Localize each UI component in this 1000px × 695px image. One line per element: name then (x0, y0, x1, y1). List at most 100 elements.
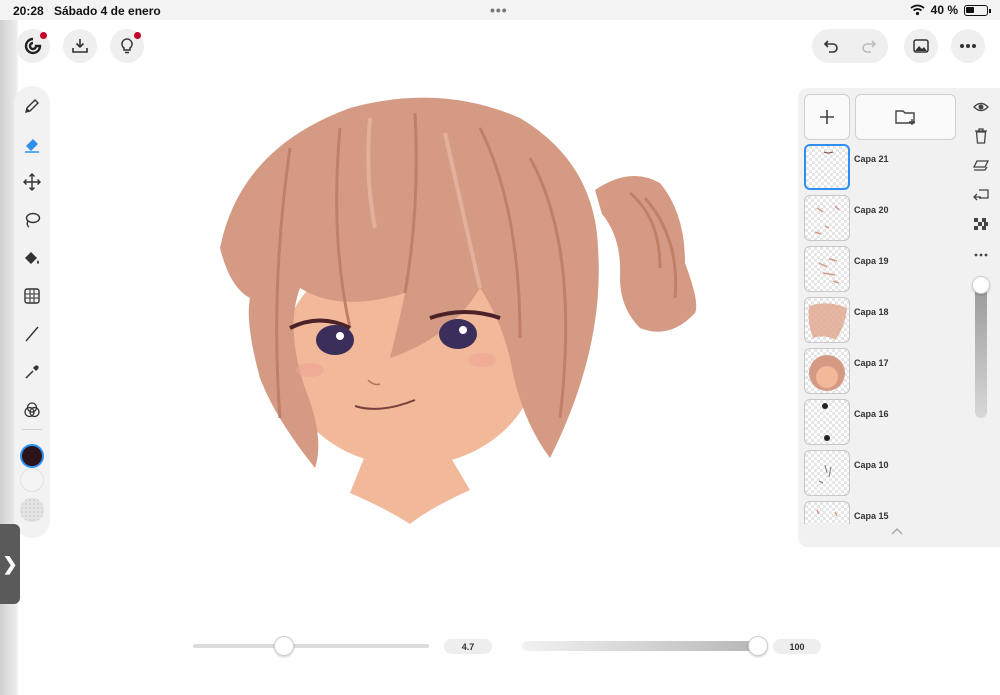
clip-layer-button[interactable] (970, 184, 992, 206)
more-icon (974, 253, 988, 257)
battery-icon (964, 4, 991, 16)
layer-list: Capa 21 Capa 20 Capa 19 Capa 18 Capa 17 … (804, 144, 964, 524)
notification-dot (40, 32, 47, 39)
brush-size-value[interactable]: 4.7 (444, 639, 492, 654)
transparent-color-swatch[interactable] (20, 498, 44, 522)
line-icon (25, 326, 39, 342)
layer-name: Capa 18 (854, 307, 889, 317)
blush (296, 363, 324, 377)
notification-dot (134, 32, 141, 39)
layer-name: Capa 15 (854, 511, 889, 521)
layer-item[interactable]: Capa 18 (804, 297, 964, 343)
pencil-icon (25, 99, 39, 113)
layer-thumbnail (804, 348, 850, 394)
layer-thumbnail (804, 399, 850, 445)
layers-icon (973, 160, 989, 171)
layer-thumbnail (804, 246, 850, 292)
layer-thumbnail (804, 501, 850, 524)
layer-item[interactable]: Capa 16 (804, 399, 964, 445)
secondary-color-swatch[interactable] (20, 468, 44, 492)
merge-layer-button[interactable] (970, 155, 992, 177)
wifi-icon (910, 4, 925, 16)
gallery-button[interactable] (904, 29, 938, 63)
layer-name: Capa 17 (854, 358, 889, 368)
undo-button[interactable] (812, 29, 850, 63)
layer-name: Capa 20 (854, 205, 889, 215)
color-mix-icon (24, 402, 40, 418)
redo-icon (862, 40, 877, 53)
layer-opacity-slider[interactable] (975, 286, 987, 418)
eraser-icon (25, 139, 39, 153)
clipping-mask-icon (973, 189, 989, 201)
move-icon (23, 173, 41, 191)
layer-name: Capa 21 (854, 154, 889, 164)
transparency-lock-button[interactable] (970, 214, 992, 236)
layer-item[interactable]: Capa 20 (804, 195, 964, 241)
side-panel-toggle[interactable]: ❯ (0, 524, 20, 604)
canvas-artwork (220, 97, 697, 524)
brush-opacity-slider[interactable] (522, 641, 758, 651)
import-button[interactable] (63, 29, 97, 63)
plus-icon (820, 110, 834, 124)
eye-icon (973, 102, 989, 112)
layer-name: Capa 16 (854, 409, 889, 419)
add-group-button[interactable] (855, 94, 956, 140)
eyedropper-tool[interactable] (17, 357, 47, 387)
app-logo-button[interactable] (16, 29, 50, 63)
ponytail (595, 175, 697, 332)
tips-button[interactable] (110, 29, 144, 63)
layer-thumbnail (804, 195, 850, 241)
trash-icon (975, 128, 987, 144)
primary-color-swatch[interactable] (20, 444, 44, 468)
layer-thumbnail (804, 144, 850, 190)
layer-thumbnail (804, 297, 850, 343)
visibility-button[interactable] (970, 96, 992, 118)
layer-item[interactable]: Capa 15 (804, 501, 964, 524)
brush-size-knob[interactable] (274, 636, 294, 656)
layer-thumbnail (804, 450, 850, 496)
layer-item[interactable]: Capa 10 (804, 450, 964, 496)
undo-redo-group (812, 29, 888, 63)
fill-tool[interactable] (17, 243, 47, 273)
layer-item[interactable]: Capa 21 (804, 144, 964, 190)
layer-item[interactable]: Capa 17 (804, 348, 964, 394)
layer-item[interactable]: Capa 19 (804, 246, 964, 292)
delete-layer-button[interactable] (970, 125, 992, 147)
fill-icon (25, 252, 39, 264)
app-logo-icon (24, 37, 42, 55)
layer-name: Capa 10 (854, 460, 889, 470)
grid-icon (24, 288, 40, 304)
status-date: Sábado 4 de enero (54, 4, 161, 18)
more-icon (960, 44, 976, 48)
lightbulb-icon (121, 38, 133, 54)
lasso-icon (25, 212, 41, 228)
gallery-icon (913, 39, 929, 53)
brush-opacity-value[interactable]: 100 (773, 639, 821, 654)
folder-plus-icon (894, 110, 915, 125)
more-button[interactable] (951, 29, 985, 63)
add-layer-button[interactable] (804, 94, 850, 140)
brush-opacity-knob[interactable] (748, 636, 768, 656)
lasso-tool[interactable] (17, 205, 47, 235)
layer-opacity-knob[interactable] (972, 276, 990, 294)
toolbar-divider (22, 429, 42, 430)
chevron-right-icon: ❯ (2, 553, 18, 574)
pencil-tool[interactable] (17, 91, 47, 121)
eraser-tool[interactable] (17, 129, 47, 159)
redo-button[interactable] (850, 29, 888, 63)
battery-percent: 40 % (930, 3, 958, 17)
eyedropper-icon (25, 365, 39, 379)
color-mixer-tool[interactable] (17, 395, 47, 425)
multitasking-dots-icon[interactable]: ••• (490, 2, 508, 18)
layer-more-button[interactable] (970, 244, 992, 266)
perspective-grid-tool[interactable] (17, 281, 47, 311)
blush (468, 353, 496, 367)
line-tool[interactable] (17, 319, 47, 349)
move-tool[interactable] (17, 167, 47, 197)
brush-size-slider[interactable] (193, 644, 429, 648)
status-indicators: 40 % (910, 3, 991, 17)
status-bar: 20:28 Sábado 4 de enero ••• 40 % (0, 0, 1000, 20)
drawing-app: 20:28 Sábado 4 de enero ••• 40 % ❯ Capa … (0, 0, 1000, 695)
chevron-up-icon[interactable] (890, 526, 904, 536)
status-time: 20:28 (13, 4, 44, 18)
